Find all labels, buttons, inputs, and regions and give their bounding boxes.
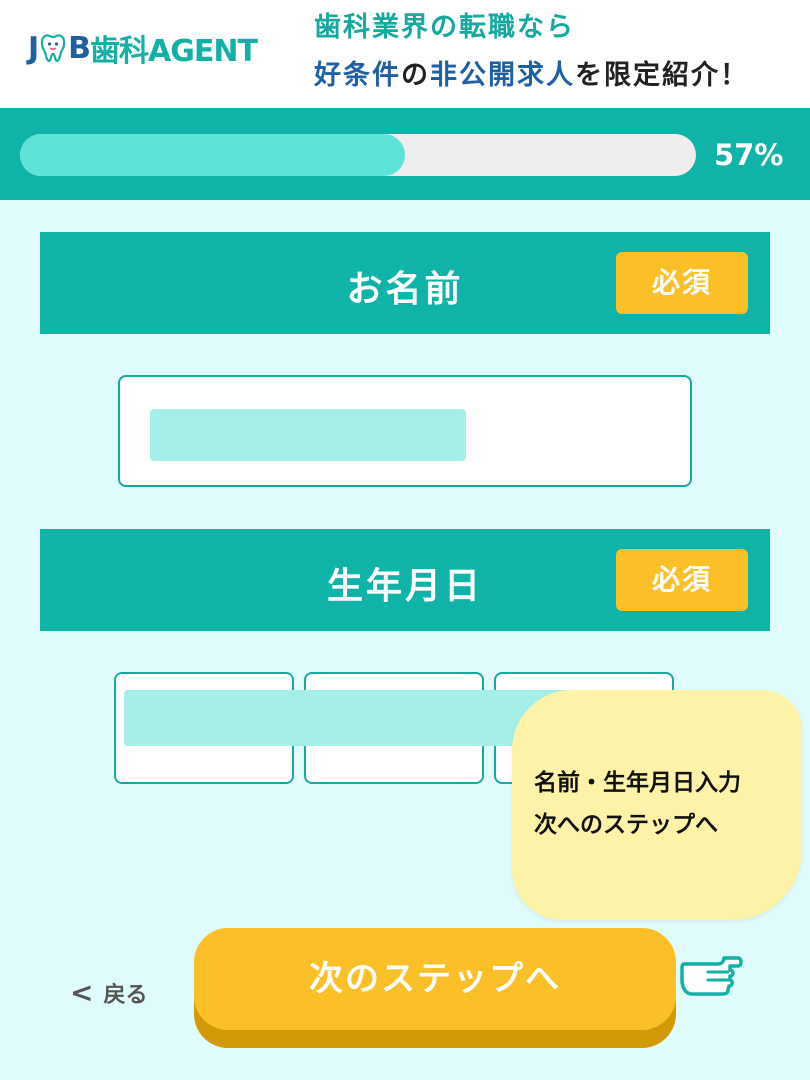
- progress-bar: [20, 134, 696, 176]
- header-tagline: 歯科業界の転職なら 好条件の非公開求人を限定紹介！: [314, 4, 804, 100]
- annotation-line2: 次へのステップへ: [534, 812, 718, 838]
- annotation-note-text: 名前・生年月日入力 次へのステップへ: [534, 762, 741, 846]
- logo-text: 歯科AGENT: [90, 34, 258, 69]
- tagline-highlight-private-jobs: 非公開求人: [430, 60, 575, 91]
- brand-logo[interactable]: J B 歯科AGENT: [28, 26, 258, 70]
- tooth-icon: [39, 32, 67, 64]
- logo-letter-b: B: [68, 30, 91, 66]
- progress-section: 57%: [0, 108, 810, 200]
- back-link-label: 戻る: [103, 982, 148, 1008]
- back-link[interactable]: < 戻る: [70, 976, 147, 1009]
- site-header: J B 歯科AGENT 歯科業界の転職なら 好条件の非公開求人を限定紹介！: [0, 0, 810, 108]
- tagline-line1: 歯科業界の転職なら: [314, 12, 575, 43]
- name-input[interactable]: [118, 375, 692, 487]
- annotation-line1: 名前・生年月日入力: [534, 770, 741, 796]
- tagline-highlight-conditions: 好条件: [314, 60, 401, 91]
- annotation-note: 名前・生年月日入力 次へのステップへ: [512, 690, 802, 920]
- tagline-particle: の: [401, 60, 430, 91]
- progress-bar-fill: [20, 134, 406, 176]
- tagline-line2: 好条件の非公開求人を限定紹介！: [314, 52, 804, 100]
- name-input-redacted-value: [150, 409, 466, 461]
- progress-percent: 57%: [714, 138, 784, 172]
- dob-section-header: 生年月日 必須: [40, 529, 770, 631]
- pointing-hand-icon: [678, 944, 748, 1000]
- dob-required-badge: 必須: [616, 549, 748, 611]
- tagline-suffix: を限定紹介！: [575, 60, 749, 91]
- name-section-header: お名前 必須: [40, 232, 770, 334]
- name-required-badge: 必須: [616, 252, 748, 314]
- next-step-button[interactable]: 次のステップへ: [194, 928, 676, 1030]
- logo-letter-j: J: [28, 30, 39, 66]
- chevron-left-icon: <: [70, 976, 94, 1009]
